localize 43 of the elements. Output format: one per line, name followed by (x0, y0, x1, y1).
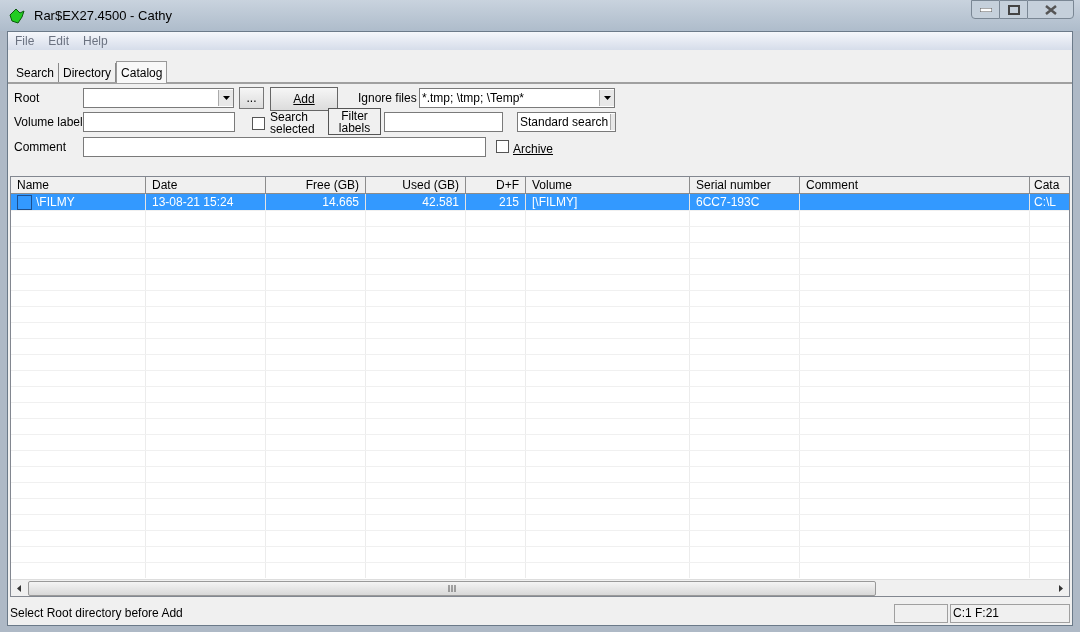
checkbox[interactable] (496, 140, 509, 153)
scrollbar-thumb[interactable] (28, 580, 876, 596)
menu-item[interactable]: Help (83, 32, 108, 50)
window-title: Rar$EX27.4500 - Cathy (34, 6, 173, 25)
search-mode-dropdown[interactable]: Standard search (517, 112, 616, 132)
table-cell: 13-08-21 15:24 (152, 194, 234, 210)
ignore-files-dropdown[interactable]: *.tmp; \tmp; \Temp* (419, 88, 615, 108)
field-label: Root (14, 90, 40, 107)
table-cell: [\FILMY] (532, 194, 578, 210)
comment-field[interactable] (83, 137, 486, 157)
table-cell: 42.581 (422, 194, 459, 210)
table-cell: 6CC7-193C (696, 194, 760, 210)
tab[interactable]: Catalog (116, 61, 168, 83)
filter-labels-button[interactable]: Filter labels (328, 108, 381, 135)
checkbox-label: selected (270, 123, 315, 135)
menu-item[interactable]: Edit (48, 32, 70, 50)
field-label: Comment (14, 139, 66, 156)
minimize-button[interactable] (971, 0, 1000, 19)
close-button[interactable] (1027, 0, 1074, 19)
checkbox[interactable] (252, 117, 265, 130)
row-marker-icon (17, 194, 32, 210)
maximize-button[interactable] (1000, 0, 1027, 19)
menu-item[interactable]: File (15, 32, 35, 50)
app-icon (8, 6, 26, 25)
table-cell: 215 (498, 194, 519, 210)
status-panel: C:1 F:21 (950, 603, 1070, 623)
browse-button[interactable]: ... (239, 87, 264, 109)
status-text: Select Root directory before Add (10, 605, 184, 622)
field-label: Volume label (14, 114, 83, 131)
field-label: Ignore files (358, 90, 417, 107)
checkbox-label: Search (270, 111, 310, 123)
checkbox-label: Archive (513, 141, 553, 158)
table-cell: 14.665 (322, 194, 359, 210)
maximize-icon (1007, 4, 1020, 15)
table-cell: C:\L (1034, 194, 1056, 210)
filter-field[interactable] (384, 112, 503, 132)
minimize-icon (979, 7, 992, 12)
close-icon (1044, 4, 1057, 15)
add-button[interactable]: Add (270, 87, 338, 111)
status-panel (894, 603, 948, 623)
volume-label-field[interactable] (83, 112, 235, 132)
table-cell: \FILMY (36, 194, 75, 210)
root-dropdown[interactable] (83, 88, 234, 108)
